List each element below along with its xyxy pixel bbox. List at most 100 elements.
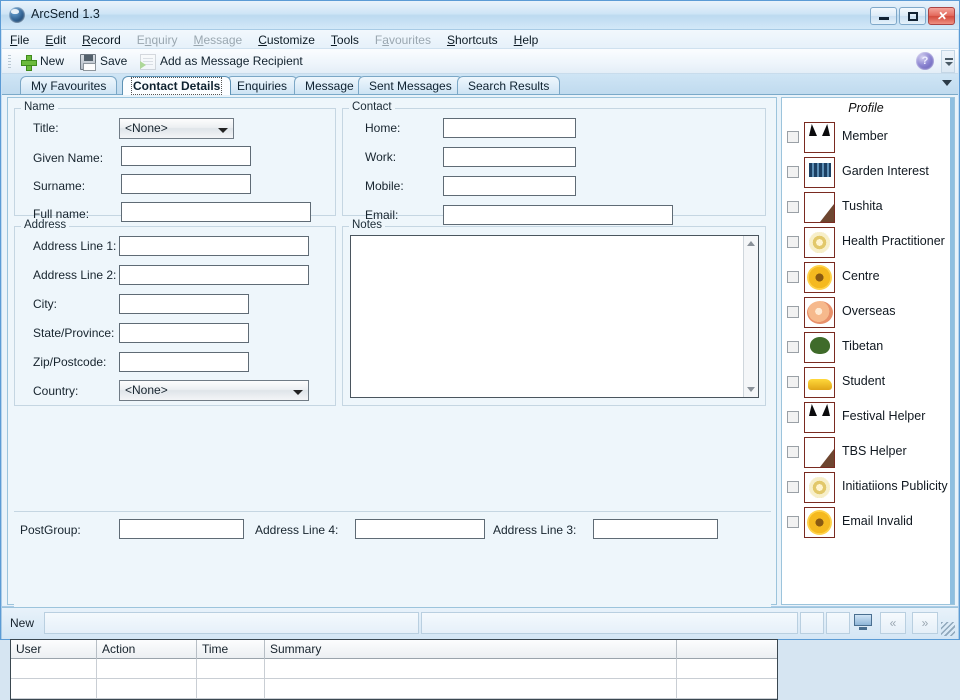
minimize-button[interactable]: [870, 7, 897, 25]
table-row[interactable]: [11, 679, 777, 699]
menu-enquiry[interactable]: Enquiry: [129, 30, 186, 49]
previous-record-button[interactable]: «: [880, 612, 906, 634]
mobile-phone-input[interactable]: [443, 176, 576, 196]
menu-customize[interactable]: Customize: [250, 30, 323, 49]
mandala-thumb-icon: [804, 227, 835, 258]
menu-favourites[interactable]: Favourites: [367, 30, 439, 49]
menu-edit[interactable]: Edit: [37, 30, 74, 49]
address-line-2-label: Address Line 2:: [33, 268, 117, 282]
notes-scrollbar[interactable]: [743, 236, 758, 397]
profile-item-initiations-publicity[interactable]: Initiatiions Publicity: [782, 470, 956, 505]
tab-sent-messages[interactable]: Sent Messages: [358, 76, 463, 95]
profile-item-tbs-helper[interactable]: TBS Helper: [782, 435, 956, 470]
toolbar-grip[interactable]: [8, 55, 11, 68]
menu-record[interactable]: Record: [74, 30, 129, 49]
profile-checkbox[interactable]: [787, 131, 799, 143]
full-name-input[interactable]: [121, 202, 311, 222]
profile-item-festival-helper[interactable]: Festival Helper: [782, 400, 956, 435]
menu-message[interactable]: Message: [185, 30, 250, 49]
profile-item-member[interactable]: Member: [782, 120, 956, 155]
profile-checkbox[interactable]: [787, 201, 799, 213]
profile-item-student[interactable]: Student: [782, 365, 956, 400]
column-header-time[interactable]: Time: [197, 640, 265, 659]
home-phone-input[interactable]: [443, 118, 576, 138]
new-button[interactable]: New: [20, 52, 64, 71]
menu-help[interactable]: Help: [506, 30, 547, 49]
profile-checkbox[interactable]: [787, 341, 799, 353]
tab-search-results[interactable]: Search Results: [457, 76, 561, 95]
next-record-button[interactable]: »: [912, 612, 938, 634]
profile-item-garden-interest[interactable]: Garden Interest: [782, 155, 956, 190]
country-combobox[interactable]: <None>: [119, 380, 309, 401]
postgroup-input[interactable]: [119, 519, 244, 539]
title-combobox[interactable]: <None>: [119, 118, 234, 139]
monitor-icon[interactable]: [854, 614, 872, 631]
profile-item-label: Centre: [842, 269, 880, 283]
scroll-down-icon[interactable]: [747, 387, 755, 392]
address-line-2-input[interactable]: [119, 265, 309, 285]
beach-thumb-icon: [804, 437, 835, 468]
status-panel-1: [44, 612, 419, 634]
mandala-thumb-icon: [804, 472, 835, 503]
close-button[interactable]: ✕: [928, 7, 955, 25]
column-header-blank[interactable]: [677, 640, 777, 659]
profile-checkbox[interactable]: [787, 446, 799, 458]
history-grid[interactable]: User Action Time Summary: [10, 639, 778, 700]
tab-my-favourites[interactable]: My Favourites: [20, 76, 118, 95]
profile-checkbox[interactable]: [787, 306, 799, 318]
surname-input[interactable]: [121, 174, 251, 194]
notes-group: Notes: [342, 219, 766, 406]
profile-item-centre[interactable]: Centre: [782, 260, 956, 295]
column-header-action[interactable]: Action: [97, 640, 197, 659]
toolbar-overflow-button[interactable]: [941, 50, 955, 73]
profile-item-label: Festival Helper: [842, 409, 926, 423]
state-province-input[interactable]: [119, 323, 249, 343]
profile-checkbox[interactable]: [787, 376, 799, 388]
notes-textarea[interactable]: [350, 235, 759, 398]
resize-grip[interactable]: [941, 622, 955, 636]
profile-item-overseas[interactable]: Overseas: [782, 295, 956, 330]
profile-checkbox[interactable]: [787, 166, 799, 178]
menu-shortcuts[interactable]: Shortcuts: [439, 30, 506, 49]
add-recipient-label: Add as Message Recipient: [160, 54, 303, 68]
country-combobox-value: <None>: [125, 383, 168, 397]
maximize-button[interactable]: [899, 7, 926, 25]
given-name-input[interactable]: [121, 146, 251, 166]
column-header-summary[interactable]: Summary: [265, 640, 677, 659]
profile-item-tushita[interactable]: Tushita: [782, 190, 956, 225]
profile-item-email-invalid[interactable]: Email Invalid: [782, 505, 956, 540]
profile-checkbox[interactable]: [787, 271, 799, 283]
profile-checkbox[interactable]: [787, 236, 799, 248]
menu-file[interactable]: FFileile: [2, 30, 37, 49]
add-as-message-recipient-button[interactable]: Add as Message Recipient: [140, 52, 303, 71]
cell-action: [97, 659, 197, 679]
address-line-1-input[interactable]: [119, 236, 309, 256]
profile-checkbox[interactable]: [787, 481, 799, 493]
table-row[interactable]: [11, 659, 777, 679]
mobile-label: Mobile:: [365, 179, 404, 193]
address-line-4-input[interactable]: [355, 519, 485, 539]
tab-contact-details[interactable]: Contact Details: [122, 76, 232, 95]
help-orb-icon[interactable]: ?: [916, 52, 934, 70]
work-phone-input[interactable]: [443, 147, 576, 167]
zip-postcode-input[interactable]: [119, 352, 249, 372]
profile-checkbox[interactable]: [787, 411, 799, 423]
tab-overflow-chevron-down-icon[interactable]: [942, 80, 952, 86]
email-input[interactable]: [443, 205, 673, 225]
scroll-up-icon[interactable]: [747, 241, 755, 246]
tab-enquiries[interactable]: Enquiries: [226, 76, 299, 95]
profile-item-tibetan[interactable]: Tibetan: [782, 330, 956, 365]
profile-scrollbar[interactable]: [950, 98, 954, 604]
menu-tools[interactable]: Tools: [323, 30, 367, 49]
profile-checkbox[interactable]: [787, 516, 799, 528]
save-button[interactable]: Save: [80, 52, 127, 71]
tab-message[interactable]: Message: [294, 76, 365, 95]
address-line-4-label: Address Line 4:: [255, 523, 339, 537]
toolbar: New Save Add as Message Recipient ?: [2, 49, 958, 74]
cell-user: [11, 659, 97, 679]
address-line-3-input[interactable]: [593, 519, 718, 539]
column-header-user[interactable]: User: [11, 640, 97, 659]
app-icon: [9, 7, 25, 23]
profile-item-health-practitioner[interactable]: Health Practitioner: [782, 225, 956, 260]
city-input[interactable]: [119, 294, 249, 314]
